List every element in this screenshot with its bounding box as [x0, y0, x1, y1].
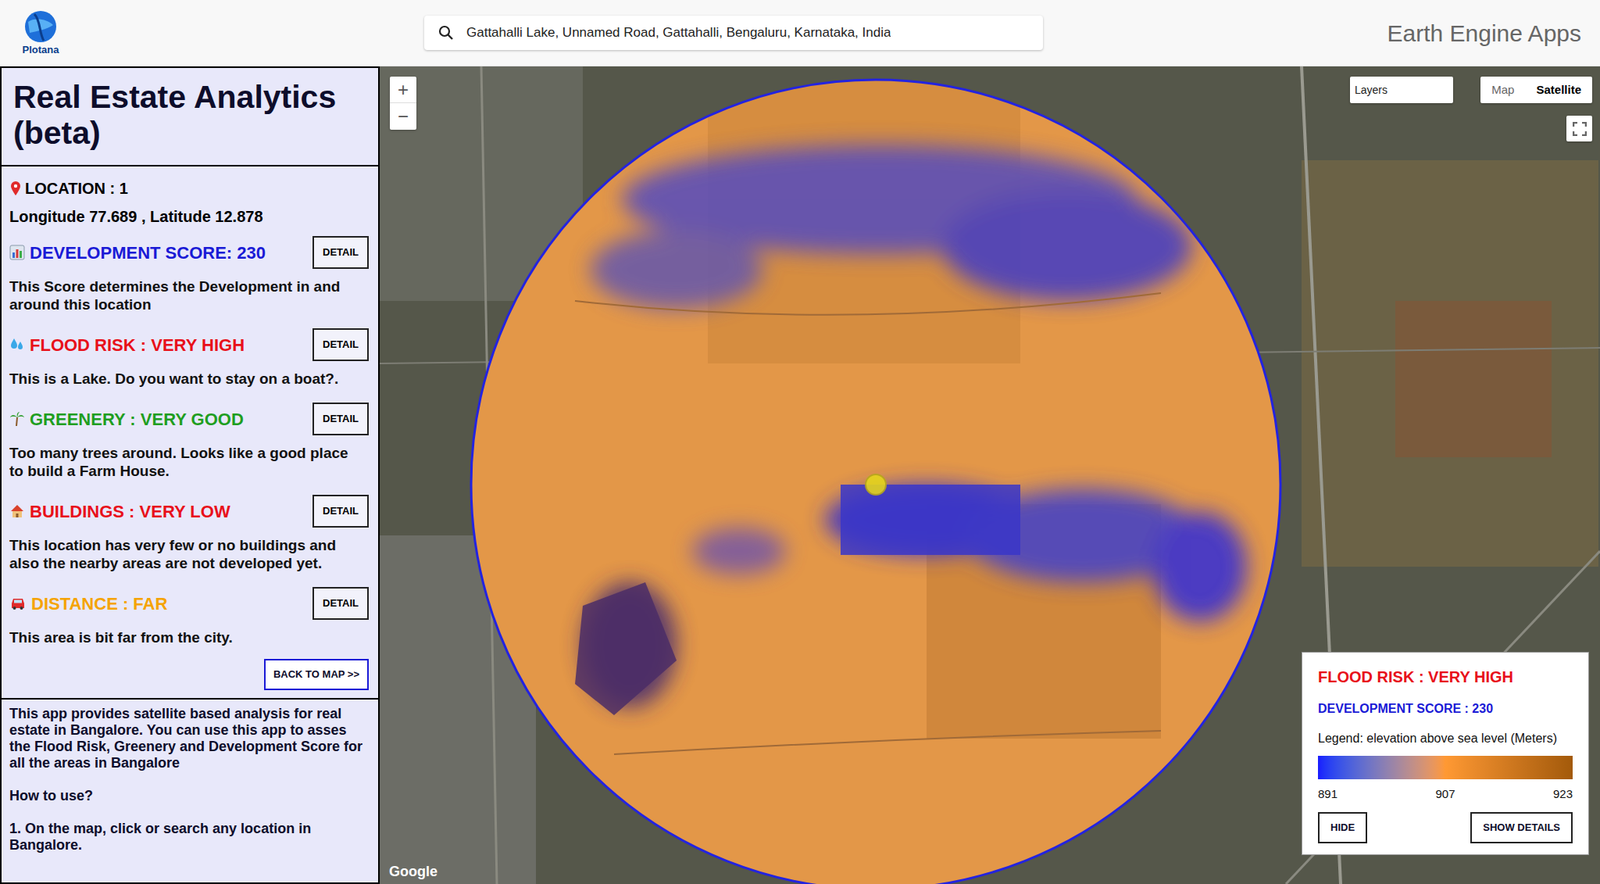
- detail-button[interactable]: DETAIL: [312, 586, 369, 620]
- map[interactable]: +− Layers MapSatellite Google FLOOD RISK : V…: [379, 66, 1600, 884]
- results: LOCATION : 1Longitude 77.689 , Latitude …: [1, 166, 379, 700]
- metric-section: GREENERY : VERY GOOD DETAIL Too many trees…: [9, 398, 371, 480]
- brand[interactable]: Earth Engine Apps: [1386, 15, 1583, 51]
- metric-title: BUILDINGS : VERY LOW: [29, 498, 231, 525]
- metric-description: This location has very few or no buildin…: [9, 535, 371, 572]
- droplets-icon: [9, 336, 25, 353]
- map-type-button[interactable]: Map: [1480, 76, 1525, 104]
- metric-section: BUILDINGS : VERY LOW DETAIL This location …: [9, 490, 371, 572]
- metric-header: DISTANCE : FAR DETAIL: [9, 582, 371, 624]
- search-icon: [438, 25, 454, 41]
- legend-development: DEVELOPMENT SCORE : 230: [1317, 699, 1573, 718]
- detail-button[interactable]: DETAIL: [312, 328, 369, 361]
- map-attribution: Google: [389, 860, 438, 883]
- logo-text: Plotana: [22, 43, 60, 57]
- metric-header: DEVELOPMENT SCORE: 230 DETAIL: [9, 232, 371, 273]
- house-icon: [9, 503, 25, 519]
- metric-header: FLOOD RISK : VERY HIGH DETAIL: [9, 324, 371, 365]
- zoom-in-button[interactable]: +: [389, 76, 417, 104]
- detail-button[interactable]: DETAIL: [312, 494, 369, 528]
- metric-description: This is a Lake. Do you want to stay on a…: [9, 369, 371, 388]
- pin-icon: [9, 180, 22, 197]
- top-bar: Plotana Gattahalli Lake, Unnamed Road, Ga…: [0, 0, 1600, 67]
- coordinates: Longitude 77.689 , Latitude 12.878: [9, 200, 371, 233]
- map-type-toggle: MapSatellite: [1480, 76, 1593, 104]
- metric-description: This area is bit far from the city.: [9, 628, 371, 647]
- detail-button[interactable]: DETAIL: [312, 235, 369, 269]
- layers-select[interactable]: Layers: [1350, 76, 1454, 104]
- fullscreen-button[interactable]: [1566, 115, 1593, 142]
- metric-description: This Score determines the Development in…: [9, 277, 371, 314]
- search-box[interactable]: Gattahalli Lake, Unnamed Road, Gattahall…: [424, 15, 1043, 50]
- back-to-map-button[interactable]: BACK TO MAP >>: [264, 658, 369, 690]
- map-type-button[interactable]: Satellite: [1525, 76, 1593, 104]
- metric-title: DISTANCE : FAR: [31, 590, 168, 617]
- legend-flood: FLOOD RISK : VERY HIGH: [1317, 664, 1573, 689]
- how-to-step: 1. On the map, click or search any locat…: [9, 820, 371, 854]
- panel-title-box: Real Estate Analytics (beta): [1, 67, 379, 167]
- legend-button[interactable]: HIDE: [1317, 811, 1368, 843]
- legend-caption: Legend: elevation above sea level (Meter…: [1317, 728, 1573, 748]
- logo[interactable]: Plotana: [17, 9, 65, 57]
- legend-max: 923: [1553, 785, 1573, 804]
- location-marker[interactable]: [864, 473, 887, 496]
- globe-logo-icon: [23, 9, 58, 44]
- car-icon: [9, 595, 27, 611]
- about: This app provides satellite based analys…: [1, 699, 379, 854]
- metric-title: GREENERY : VERY GOOD: [29, 406, 244, 433]
- legend-min: 891: [1317, 785, 1338, 804]
- app: Plotana Gattahalli Lake, Unnamed Road, Ga…: [0, 0, 1600, 884]
- location-label: LOCATION : 1: [25, 176, 129, 200]
- palm-tree-icon: [9, 410, 25, 427]
- metric-description: Too many trees around. Looks like a good…: [9, 443, 371, 480]
- metric-title: FLOOD RISK : VERY HIGH: [29, 332, 245, 358]
- how-to-heading: How to use?: [9, 785, 371, 807]
- panel-title: Real Estate Analytics (beta): [13, 78, 367, 151]
- metric-section: DISTANCE : FAR DETAIL This area is bit far…: [9, 582, 371, 647]
- legend-mid: 907: [1435, 785, 1455, 804]
- zoom-out-button[interactable]: −: [389, 103, 417, 130]
- location-row: LOCATION : 1: [9, 175, 371, 201]
- metric-title: DEVELOPMENT SCORE: 230: [29, 239, 266, 266]
- metric-header: GREENERY : VERY GOOD DETAIL: [9, 398, 371, 440]
- zoom-controls: +−: [389, 76, 417, 130]
- metric-section: DEVELOPMENT SCORE: 230 DETAIL This Score d…: [9, 232, 371, 314]
- metric-section: FLOOD RISK : VERY HIGH DETAIL This is a La…: [9, 324, 371, 388]
- legend-button[interactable]: SHOW DETAILS: [1470, 811, 1573, 843]
- about-text: This app provides satellite based analys…: [9, 705, 371, 772]
- fullscreen-icon: [1572, 121, 1587, 136]
- body: Real Estate Analytics (beta) LOCATION : 1…: [0, 66, 1600, 884]
- detail-button[interactable]: DETAIL: [312, 402, 369, 436]
- search-text: Gattahalli Lake, Unnamed Road, Gattahall…: [466, 22, 891, 43]
- side-panel: Real Estate Analytics (beta) LOCATION : 1…: [0, 66, 380, 884]
- metric-header: BUILDINGS : VERY LOW DETAIL: [9, 490, 371, 532]
- chart-icon: [9, 244, 25, 261]
- legend-ticks: 891 907 923: [1317, 785, 1573, 804]
- legend-panel: FLOOD RISK : VERY HIGH DEVELOPMENT SCORE …: [1301, 651, 1590, 856]
- legend-gradient: [1317, 755, 1573, 779]
